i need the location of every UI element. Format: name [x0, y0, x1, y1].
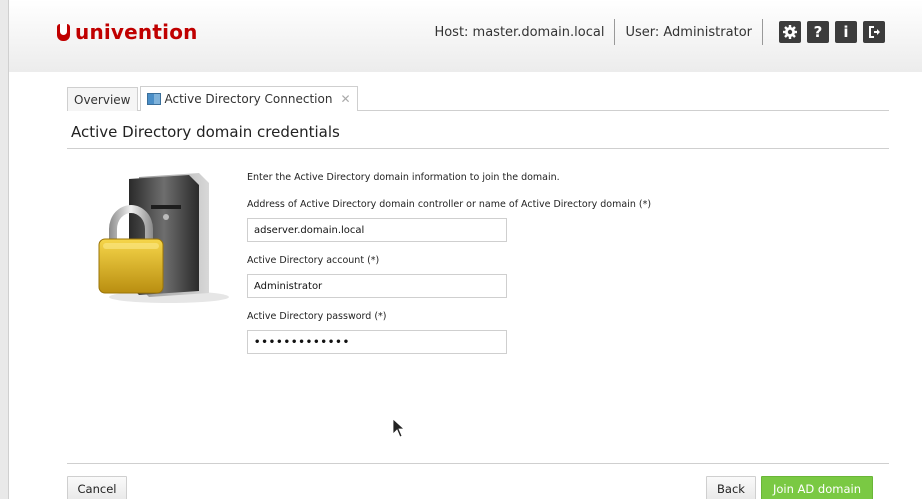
tab-active-directory-connection[interactable]: Active Directory Connection ✕	[139, 86, 358, 111]
close-icon[interactable]: ✕	[340, 92, 350, 106]
module-icon	[146, 93, 161, 105]
server-lock-icon	[98, 173, 229, 303]
domain-controller-label: Address of Active Directory domain contr…	[247, 199, 652, 210]
host-label: Host: master.domain.local	[434, 24, 605, 40]
password-label: Active Directory password (*)	[247, 311, 387, 322]
logo: univention	[57, 20, 198, 44]
gear-icon[interactable]	[779, 21, 801, 43]
tab-bar: Overview Active Directory Connection ✕	[67, 86, 889, 111]
header-icons: ? i	[773, 21, 885, 43]
back-button[interactable]: Back	[706, 476, 756, 499]
password-input[interactable]: •••••••••••••	[247, 330, 507, 354]
page-title: Active Directory domain credentials	[71, 123, 340, 141]
credentials-form: Enter the Active Directory domain inform…	[247, 172, 667, 367]
intro-text: Enter the Active Directory domain inform…	[247, 172, 560, 183]
header-separator	[762, 19, 763, 45]
header-info: Host: master.domain.local User: Administ…	[426, 19, 885, 45]
tab-label: Active Directory Connection	[164, 92, 333, 106]
domain-controller-input[interactable]: adserver.domain.local	[247, 218, 507, 242]
help-icon[interactable]: ?	[807, 21, 829, 43]
tab-label: Overview	[74, 92, 131, 107]
divider	[67, 148, 889, 149]
header-separator	[614, 19, 616, 45]
page: univention Host: master.domain.local Use…	[8, 0, 922, 499]
info-icon[interactable]: i	[835, 21, 857, 43]
header: univention Host: master.domain.local Use…	[9, 0, 922, 72]
user-label: User: Administrator	[625, 24, 752, 40]
univention-logo-icon	[57, 23, 70, 41]
tab-overview[interactable]: Overview	[67, 87, 138, 111]
account-label: Active Directory account (*)	[247, 255, 380, 266]
cancel-button[interactable]: Cancel	[67, 476, 127, 499]
logo-text: univention	[75, 20, 198, 44]
account-input[interactable]: Administrator	[247, 274, 507, 298]
logout-icon[interactable]	[863, 21, 885, 43]
mouse-cursor-icon	[392, 418, 406, 438]
join-ad-domain-button[interactable]: Join AD domain	[761, 476, 873, 499]
divider	[67, 463, 889, 464]
